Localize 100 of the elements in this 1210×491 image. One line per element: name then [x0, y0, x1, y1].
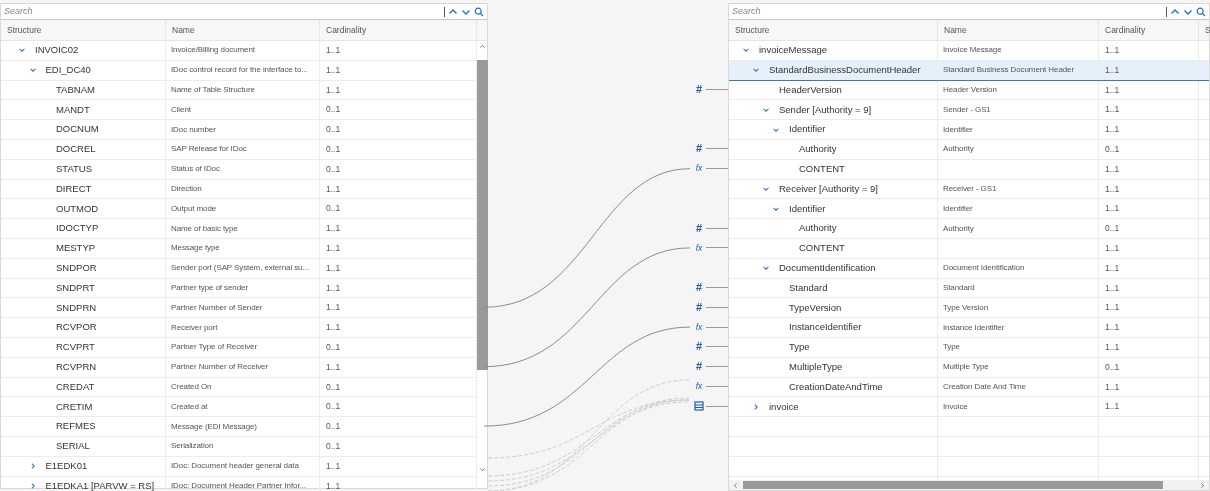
node-label[interactable]: SNDPRN [56, 300, 97, 315]
node-label[interactable]: EDI_DC40 [45, 63, 91, 78]
collapse-chevron-icon[interactable] [742, 46, 750, 55]
node-label[interactable]: SNDPOR [56, 261, 97, 276]
node-label[interactable]: CONTENT [799, 241, 845, 256]
tree-row[interactable]: Standard Standard 1..1 [729, 278, 1209, 299]
node-label[interactable]: MESTYP [56, 241, 96, 256]
tree-row[interactable]: Identifier Identifier 1..1 [729, 199, 1209, 220]
tree-row[interactable]: CONTENT 1..1 [729, 159, 1209, 180]
tree-row[interactable]: Receiver [Authority = 9] Receiver - GS1 1..1 [729, 179, 1209, 200]
column-header[interactable]: Name [166, 20, 320, 40]
scroll-left-icon[interactable] [732, 481, 739, 489]
function-mapping[interactable]: fx [692, 382, 706, 391]
column-header[interactable]: S [1199, 20, 1210, 40]
constant-mapping[interactable]: # [692, 341, 706, 353]
column-header[interactable]: Structure [1, 20, 166, 40]
node-label[interactable]: invoiceMessage [759, 43, 828, 58]
node-label[interactable]: Identifier [789, 122, 826, 137]
node-label[interactable]: DIRECT [56, 181, 92, 197]
node-label[interactable]: REFMES [56, 419, 96, 434]
node-label[interactable]: CreationDateAndTime [789, 379, 883, 395]
node-label[interactable]: SERIAL [56, 439, 90, 454]
horizontal-scrollbar[interactable] [729, 480, 1209, 490]
node-label[interactable]: CREDAT [56, 379, 95, 395]
table-cell: IDoc control record for the interface to... [171, 64, 308, 77]
constant-mapping[interactable]: # [692, 301, 706, 313]
node-label[interactable]: invoice [769, 399, 799, 414]
search-field[interactable]: Search [4, 4, 441, 19]
collapse-chevron-icon[interactable] [762, 264, 770, 273]
table-cell: IDoc: Document header general data [171, 460, 299, 473]
node-label[interactable]: RCVPOR [56, 320, 97, 335]
tree-row[interactable]: invoice Invoice 1..1 [729, 397, 1209, 418]
scrollbar-thumb[interactable] [743, 481, 1163, 489]
tree-row[interactable]: CreationDateAndTime Creation Date And Time 1..1 [729, 377, 1209, 398]
node-label[interactable]: TypeVersion [789, 300, 842, 315]
node-label[interactable]: OUTMOD [56, 201, 99, 216]
tree-row[interactable]: Authority Authority 0..1 [729, 219, 1209, 239]
function-mapping[interactable]: fx [692, 164, 706, 173]
tree-row[interactable]: Identifier Identifier 1..1 [729, 120, 1209, 140]
node-label[interactable]: Authority [799, 142, 837, 157]
node-label[interactable]: STATUS [56, 162, 93, 177]
node-label[interactable]: RCVPRT [56, 340, 95, 355]
tree-row[interactable]: Authority Authority 0..1 [729, 140, 1209, 160]
constant-mapping[interactable]: # [692, 222, 706, 234]
scrollbar-thumb[interactable] [477, 60, 488, 370]
node-label[interactable]: StandardBusinessDocumentHeader [769, 63, 921, 78]
node-label[interactable]: INVOIC02 [35, 43, 79, 58]
constant-mapping[interactable]: # [692, 281, 706, 293]
search-field[interactable]: Search [732, 4, 1163, 19]
scroll-right-icon[interactable] [1199, 481, 1206, 489]
tree-row[interactable]: HeaderVersion Header Version 1..1 [729, 80, 1209, 101]
collapse-chevron-icon[interactable] [18, 46, 26, 55]
scroll-down-icon[interactable] [479, 466, 486, 473]
tree-row[interactable]: CONTENT 1..1 [729, 238, 1209, 259]
node-label[interactable]: E1EDKA1 [PARVW = RS] [45, 478, 155, 491]
tree-row[interactable]: TypeVersion Type Version 1..1 [729, 298, 1209, 319]
column-header[interactable]: Structure [729, 20, 938, 40]
scroll-up-icon[interactable] [479, 43, 486, 50]
search-icon[interactable] [1196, 6, 1206, 17]
selected-tree-row[interactable]: StandardBusinessDocumentHeader Standard Business Document Header 1..1 [729, 60, 1209, 81]
function-mapping[interactable]: fx [692, 243, 706, 253]
tree-row[interactable]: DocumentIdentification Document Identification 1..1 [729, 258, 1209, 279]
node-label[interactable]: InstanceIdentifier [789, 320, 862, 335]
node-label[interactable]: Receiver [Authority = 9] [779, 181, 878, 197]
tree-row[interactable]: invoiceMessage Invoice Message 1..1 [729, 41, 1209, 61]
tree-row[interactable]: Sender [Authority = 9] Sender - GS1 1..1 [729, 100, 1209, 121]
node-label[interactable]: DocumentIdentification [779, 261, 876, 276]
search-icon[interactable] [474, 6, 484, 17]
node-label[interactable]: Authority [799, 221, 837, 236]
node-label[interactable]: TABNAM [56, 82, 95, 98]
node-label[interactable]: IDOCTYP [56, 221, 99, 236]
tree-row[interactable]: MultipleType Multiple Type 0..1 [729, 357, 1209, 378]
node-label[interactable]: CONTENT [799, 162, 845, 177]
table-cell: Type [943, 341, 960, 354]
collapse-chevron-icon[interactable] [28, 66, 37, 75]
constant-mapping[interactable]: # [692, 84, 706, 95]
node-label[interactable]: MANDT [56, 102, 90, 117]
node-label[interactable]: DOCNUM [56, 122, 99, 137]
tree-row[interactable]: InstanceIdentifier Instance Identifier 1..1 [729, 318, 1209, 338]
tree-row[interactable]: Type Type 1..1 [729, 337, 1209, 358]
node-label[interactable]: E1EDK01 [45, 459, 88, 474]
node-label[interactable]: CRETIM [56, 399, 93, 414]
constant-mapping[interactable]: # [692, 143, 706, 155]
node-label[interactable]: HeaderVersion [779, 82, 842, 98]
node-label[interactable]: MultipleType [789, 360, 843, 375]
node-label[interactable]: DOCREL [56, 142, 96, 157]
node-label[interactable]: RCVPRN [56, 360, 97, 375]
function-mapping[interactable]: fx [692, 322, 706, 332]
node-label[interactable]: Sender [Authority = 9] [779, 102, 872, 117]
node-label[interactable]: Identifier [789, 201, 826, 216]
node-label[interactable]: Type [789, 340, 810, 355]
node-label[interactable]: Standard [789, 280, 828, 296]
collapse-chevron-icon[interactable] [752, 66, 760, 75]
table-mapping-icon[interactable] [692, 400, 706, 412]
column-header[interactable]: Cardinality [320, 20, 477, 40]
constant-mapping[interactable]: # [692, 361, 706, 373]
node-label[interactable]: SNDPRT [56, 280, 95, 296]
column-header[interactable]: Name [938, 20, 1099, 40]
expand-chevron-icon[interactable] [752, 402, 760, 411]
column-header[interactable]: Cardinality [1099, 20, 1199, 40]
